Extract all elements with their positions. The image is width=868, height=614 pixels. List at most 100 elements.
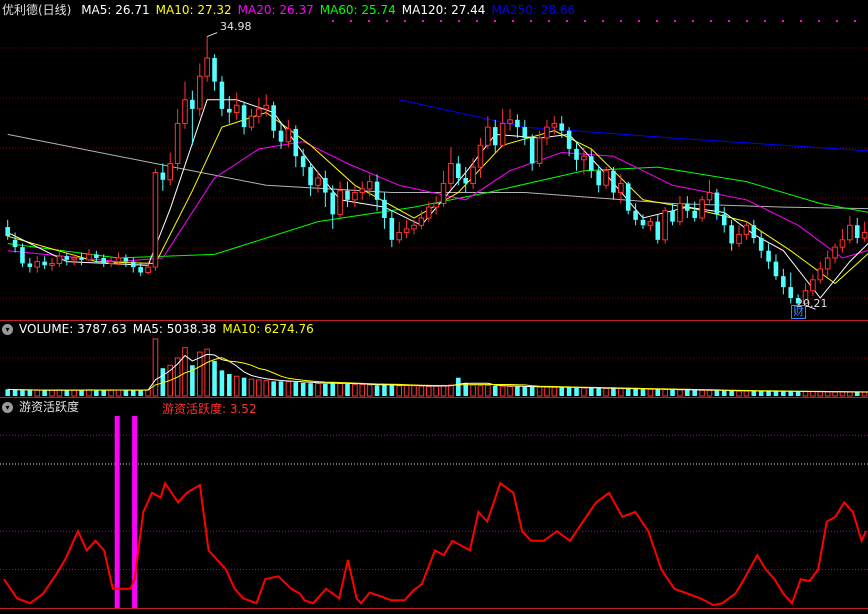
candle-body-down xyxy=(773,261,779,277)
signal-dot xyxy=(494,20,496,22)
candle-body-up xyxy=(108,261,114,264)
volume-bar-up xyxy=(359,384,366,397)
candle-body-up xyxy=(551,122,558,128)
ma-legend-item-1: MA10: 27.32 xyxy=(155,3,232,17)
candle-body-up xyxy=(49,262,55,266)
candle-body-down xyxy=(382,199,387,218)
volume-bar-down xyxy=(559,387,565,396)
candle-body-down xyxy=(529,138,535,164)
volume-bar-up xyxy=(285,381,292,397)
volume-bar-up xyxy=(551,386,558,397)
candle-body-down xyxy=(389,218,395,240)
volume-bar-up xyxy=(396,385,403,397)
candle-body-down xyxy=(721,214,727,226)
candle-body-up xyxy=(470,166,476,184)
volume-bar-down xyxy=(625,388,631,396)
volume-bar-down xyxy=(94,389,99,396)
volume-bar-up xyxy=(403,384,410,397)
candle-body-up xyxy=(677,202,683,223)
candle-body-down xyxy=(854,225,860,238)
candle-body-up xyxy=(233,104,240,114)
volume-bar-down xyxy=(5,389,10,396)
volume-bar-down xyxy=(241,377,247,396)
main-panel-header: 优利德(日线) MA5: 26.71 MA10: 27.32 MA20: 26.37… xyxy=(2,2,587,18)
volume-bar-down xyxy=(101,390,107,396)
candle-body-down xyxy=(625,183,631,211)
candle-body-down xyxy=(42,261,47,266)
stock-chart xyxy=(0,0,868,614)
candle-body-up xyxy=(263,104,270,110)
volume-bar-up xyxy=(485,384,491,397)
candle-body-up xyxy=(145,266,151,274)
volume-bar-down xyxy=(773,391,779,396)
ma-legend-item-5: MA250: 28.66 xyxy=(491,3,576,17)
volume-bar-down xyxy=(529,386,535,396)
signal-dot xyxy=(782,20,784,22)
volume-bar-down xyxy=(123,390,129,396)
volume-bar-up xyxy=(824,391,831,397)
volume-bar-down xyxy=(219,370,225,396)
volume-bar-down xyxy=(130,390,136,396)
ma-legend-item-2: MA20: 26.37 xyxy=(237,3,314,17)
candle-body-up xyxy=(204,57,210,77)
volume-legend-item-0: VOLUME: 3787.63 xyxy=(19,322,127,336)
candle-body-down xyxy=(130,261,136,268)
candle-body-up xyxy=(847,224,853,241)
indicator-spike-bar xyxy=(114,416,120,608)
volume-bar-up xyxy=(256,379,262,397)
candle-body-down xyxy=(79,258,84,260)
candle-body-up xyxy=(285,128,292,143)
volume-bar-down xyxy=(271,381,276,396)
candle-body-down xyxy=(227,108,232,113)
signal-dot xyxy=(368,20,370,22)
volume-bar-down xyxy=(330,382,336,396)
candle-body-down xyxy=(190,99,195,109)
volume-bar-down xyxy=(293,382,299,396)
candle-body-down xyxy=(278,130,284,142)
candle-body-up xyxy=(411,224,417,230)
volume-bar-down xyxy=(515,386,520,396)
candle-body-down xyxy=(714,192,720,215)
candle-body-up xyxy=(536,137,543,164)
candle-body-down xyxy=(492,127,498,146)
signal-dot xyxy=(530,20,532,22)
signal-dot xyxy=(476,20,478,22)
volume-legend-item-1: MA5: 5038.38 xyxy=(132,322,217,336)
candle-body-down xyxy=(456,163,461,178)
signal-dot xyxy=(548,20,550,22)
volume-bar-down xyxy=(27,390,33,396)
candle-body-up xyxy=(86,253,92,261)
indicator-panel-title: 游资活跃度 xyxy=(19,400,80,414)
candle-body-up xyxy=(115,257,122,263)
ma-legend-item-4: MA120: 27.44 xyxy=(401,3,486,17)
volume-bar-down xyxy=(300,382,306,396)
signal-dot xyxy=(566,20,568,22)
volume-bar-down xyxy=(20,390,25,396)
candle-body-down xyxy=(588,156,594,171)
candle-body-up xyxy=(71,257,77,261)
candle-body-down xyxy=(27,263,33,268)
volume-bar-down xyxy=(692,390,697,396)
volume-bar-up xyxy=(618,388,624,397)
volume-bar-up xyxy=(352,383,358,397)
candle-body-up xyxy=(832,246,838,259)
volume-bar-down xyxy=(323,383,328,396)
volume-bar-up xyxy=(315,383,321,397)
candle-body-down xyxy=(781,276,786,288)
signal-dot xyxy=(692,20,694,22)
signal-dot xyxy=(638,20,640,22)
candle-body-down xyxy=(566,130,572,149)
candle-body-down xyxy=(515,119,520,128)
signal-dot xyxy=(602,20,604,22)
indicator-panel-toggle-icon[interactable]: ▾ xyxy=(2,402,13,413)
volume-bar-down xyxy=(64,390,70,396)
candle-body-up xyxy=(839,239,846,248)
volume-panel-toggle-icon[interactable]: ▾ xyxy=(2,324,13,335)
volume-bar-down xyxy=(308,383,313,396)
main-panel-title: 优利德(日线) xyxy=(2,3,72,17)
volume-bar-down xyxy=(596,388,601,396)
candle-body-down xyxy=(5,227,10,237)
candle-body-down xyxy=(596,170,601,186)
event-badge[interactable]: 财 xyxy=(791,305,806,319)
volume-bar-down xyxy=(854,392,860,396)
